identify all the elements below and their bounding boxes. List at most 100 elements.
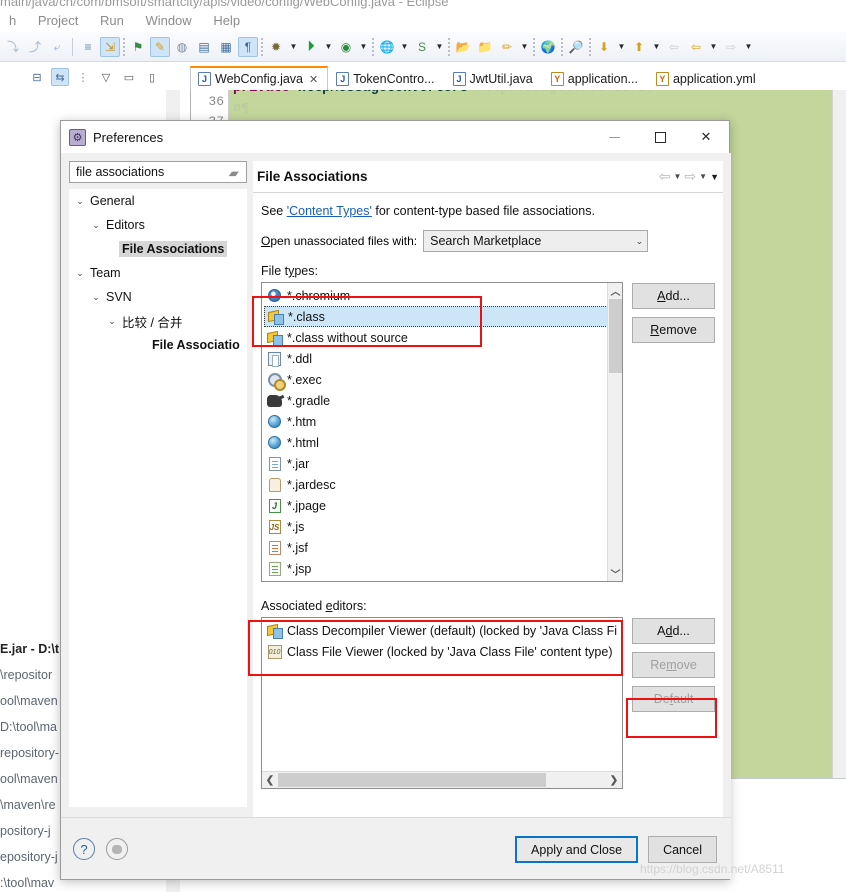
- toggle-breakpoint-icon[interactable]: ⇲: [100, 36, 120, 57]
- menu-item-search[interactable]: h: [0, 12, 25, 29]
- new-server-dropdown-icon[interactable]: ▼: [399, 37, 410, 57]
- file-types-vertical-scrollbar[interactable]: ︿ ﹀: [607, 283, 622, 581]
- next-edit-icon[interactable]: ⇨: [721, 37, 741, 57]
- spring-dropdown-icon[interactable]: ▼: [434, 37, 445, 57]
- debug-icon[interactable]: ✹: [266, 37, 286, 57]
- view-menu-dots-icon[interactable]: ⋮: [74, 68, 92, 86]
- minimize-icon[interactable]: [591, 121, 637, 153]
- step-return-icon[interactable]: ⤶: [47, 37, 67, 57]
- open-package-icon[interactable]: 📂: [453, 37, 473, 57]
- scroll-track[interactable]: [278, 772, 606, 788]
- chevron-down-icon[interactable]: ⌄: [89, 292, 103, 303]
- skip-breakpoints-icon[interactable]: ≡: [78, 37, 98, 57]
- list-item[interactable]: *.jsp: [264, 558, 616, 579]
- add-file-type-button[interactable]: Add...: [632, 283, 715, 309]
- scroll-thumb[interactable]: [609, 299, 622, 373]
- list-item[interactable]: *.class without source: [264, 327, 616, 348]
- menu-item-run[interactable]: Run: [91, 12, 133, 29]
- list-item[interactable]: 010 Class File Viewer (locked by 'Java C…: [264, 641, 622, 662]
- filter-box[interactable]: ▰: [69, 161, 247, 183]
- import-dropdown-icon[interactable]: ▼: [616, 37, 627, 57]
- file-types-list[interactable]: *.chromium *.class *.class without sourc…: [261, 282, 623, 582]
- list-item[interactable]: *.jar: [264, 453, 616, 474]
- tree-item-compare-merge[interactable]: ⌄ 比较 / 合并: [69, 309, 247, 333]
- open-unassociated-select[interactable]: Search Marketplace ⌄: [423, 230, 649, 252]
- import-icon[interactable]: ⬇: [594, 37, 614, 57]
- list-item[interactable]: JS *.js: [264, 516, 616, 537]
- search-icon[interactable]: 🔎: [566, 37, 586, 57]
- chevron-down-icon[interactable]: ⌄: [73, 196, 87, 207]
- collapse-all-icon[interactable]: ⊟: [28, 68, 46, 86]
- chevron-down-icon[interactable]: ⌄: [73, 268, 87, 279]
- run-dropdown-icon[interactable]: ▼: [323, 37, 334, 57]
- preferences-dialog[interactable]: ⚙ Preferences ✕ ▰ ⌄ General: [60, 120, 731, 880]
- help-icon[interactable]: ?: [73, 838, 95, 860]
- new-dropdown-icon[interactable]: ▼: [519, 37, 530, 57]
- content-types-link[interactable]: 'Content Types': [287, 204, 372, 218]
- window-controls[interactable]: ✕: [591, 121, 729, 153]
- editor-tab-application-yml[interactable]: Y application.yml: [648, 66, 766, 91]
- view-menu-icon[interactable]: ▽: [97, 68, 115, 86]
- list-item[interactable]: Class Decompiler Viewer (default) (locke…: [264, 620, 622, 641]
- step-over-icon[interactable]: ⤴: [25, 37, 45, 57]
- maximize-view-icon[interactable]: ▯: [143, 68, 161, 86]
- menu-item-project[interactable]: Project: [29, 12, 87, 29]
- spring-boot-icon[interactable]: S: [412, 37, 432, 57]
- open-resource-icon[interactable]: ▤: [194, 37, 214, 57]
- eclipse-toolbar[interactable]: ⤵ ⤴ ⤶ ≡ ⇲ ⚑ ✎ ◍ ▤ ▦ ¶ ✹ ▼ ⏵ ▼ ◉ ▼ 🌐 ▼ S …: [0, 32, 846, 62]
- restore-defaults-icon[interactable]: [106, 838, 128, 860]
- back-history-icon[interactable]: ⇦: [664, 37, 684, 57]
- back-arrow-icon[interactable]: ⇦: [659, 168, 671, 185]
- tree-item-svn[interactable]: ⌄ SVN: [69, 285, 247, 309]
- export-icon[interactable]: ⬆: [629, 37, 649, 57]
- list-item[interactable]: *.jspf: [264, 579, 616, 581]
- editor-tab-tokencontroller[interactable]: J TokenContro...: [328, 66, 444, 91]
- eclipse-menubar[interactable]: h Project Run Window Help: [0, 12, 846, 32]
- apply-and-close-button[interactable]: Apply and Close: [515, 836, 639, 863]
- close-icon[interactable]: ✕: [309, 73, 318, 86]
- editor-tabs[interactable]: J WebConfig.java ✕ J TokenContro... J Jw…: [190, 63, 766, 91]
- show-whitespace-icon[interactable]: ¶: [238, 36, 258, 57]
- tree-item-file-associatio[interactable]: File Associatio: [69, 333, 247, 357]
- previous-edit-icon[interactable]: ⇦: [686, 37, 706, 57]
- web-browser-icon[interactable]: 🌍: [538, 37, 558, 57]
- view-toolbar[interactable]: ⊟ ⇆ ⋮ ▽ ▭ ▯: [28, 65, 161, 89]
- chevron-down-icon[interactable]: ⌄: [89, 220, 103, 231]
- menu-item-help[interactable]: Help: [204, 12, 249, 29]
- outline-icon[interactable]: ▦: [216, 37, 236, 57]
- list-item[interactable]: *.gradle: [264, 390, 616, 411]
- previous-dropdown-icon[interactable]: ▼: [708, 37, 719, 57]
- next-dropdown-icon[interactable]: ▼: [743, 37, 754, 57]
- list-item[interactable]: *.html: [264, 432, 616, 453]
- menu-dropdown-icon[interactable]: ▼: [710, 172, 719, 182]
- remove-file-type-button[interactable]: Remove: [632, 317, 715, 343]
- debug-dropdown-icon[interactable]: ▼: [288, 37, 299, 57]
- list-item[interactable]: *.htm: [264, 411, 616, 432]
- tree-item-general[interactable]: ⌄ General: [69, 189, 247, 213]
- list-item[interactable]: *.jardesc: [264, 474, 616, 495]
- chevron-down-icon[interactable]: ⌄: [105, 316, 119, 327]
- new-icon[interactable]: ✏: [497, 37, 517, 57]
- list-item[interactable]: J *.jpage: [264, 495, 616, 516]
- remove-editor-button[interactable]: Re m ove: [632, 652, 715, 678]
- scroll-right-icon[interactable]: ❯: [606, 772, 622, 788]
- editor-tab-jwtutil[interactable]: J JwtUtil.java: [445, 66, 543, 91]
- minimize-view-icon[interactable]: ▭: [120, 68, 138, 86]
- tree-item-team[interactable]: ⌄ Team: [69, 261, 247, 285]
- clear-filter-icon[interactable]: ▰: [224, 165, 243, 181]
- cancel-button[interactable]: Cancel: [648, 836, 717, 863]
- link-with-editor-icon[interactable]: ⇆: [51, 68, 69, 86]
- list-item[interactable]: *.ddl: [264, 348, 616, 369]
- scroll-thumb[interactable]: [278, 773, 546, 787]
- back-dropdown-icon[interactable]: ▼: [674, 172, 682, 181]
- editor-tab-webconfig[interactable]: J WebConfig.java ✕: [190, 66, 329, 91]
- coverage-icon[interactable]: ◉: [336, 37, 356, 57]
- new-server-icon[interactable]: 🌐: [377, 37, 397, 57]
- tree-item-file-associations[interactable]: File Associations: [69, 237, 247, 261]
- associated-editors-list[interactable]: Class Decompiler Viewer (default) (locke…: [261, 617, 623, 789]
- menu-item-window[interactable]: Window: [136, 12, 200, 29]
- forward-arrow-icon[interactable]: ⇨: [684, 168, 696, 185]
- scroll-down-icon[interactable]: ﹀: [608, 566, 622, 581]
- close-icon[interactable]: ✕: [683, 121, 729, 153]
- build-icon[interactable]: ◍: [172, 37, 192, 57]
